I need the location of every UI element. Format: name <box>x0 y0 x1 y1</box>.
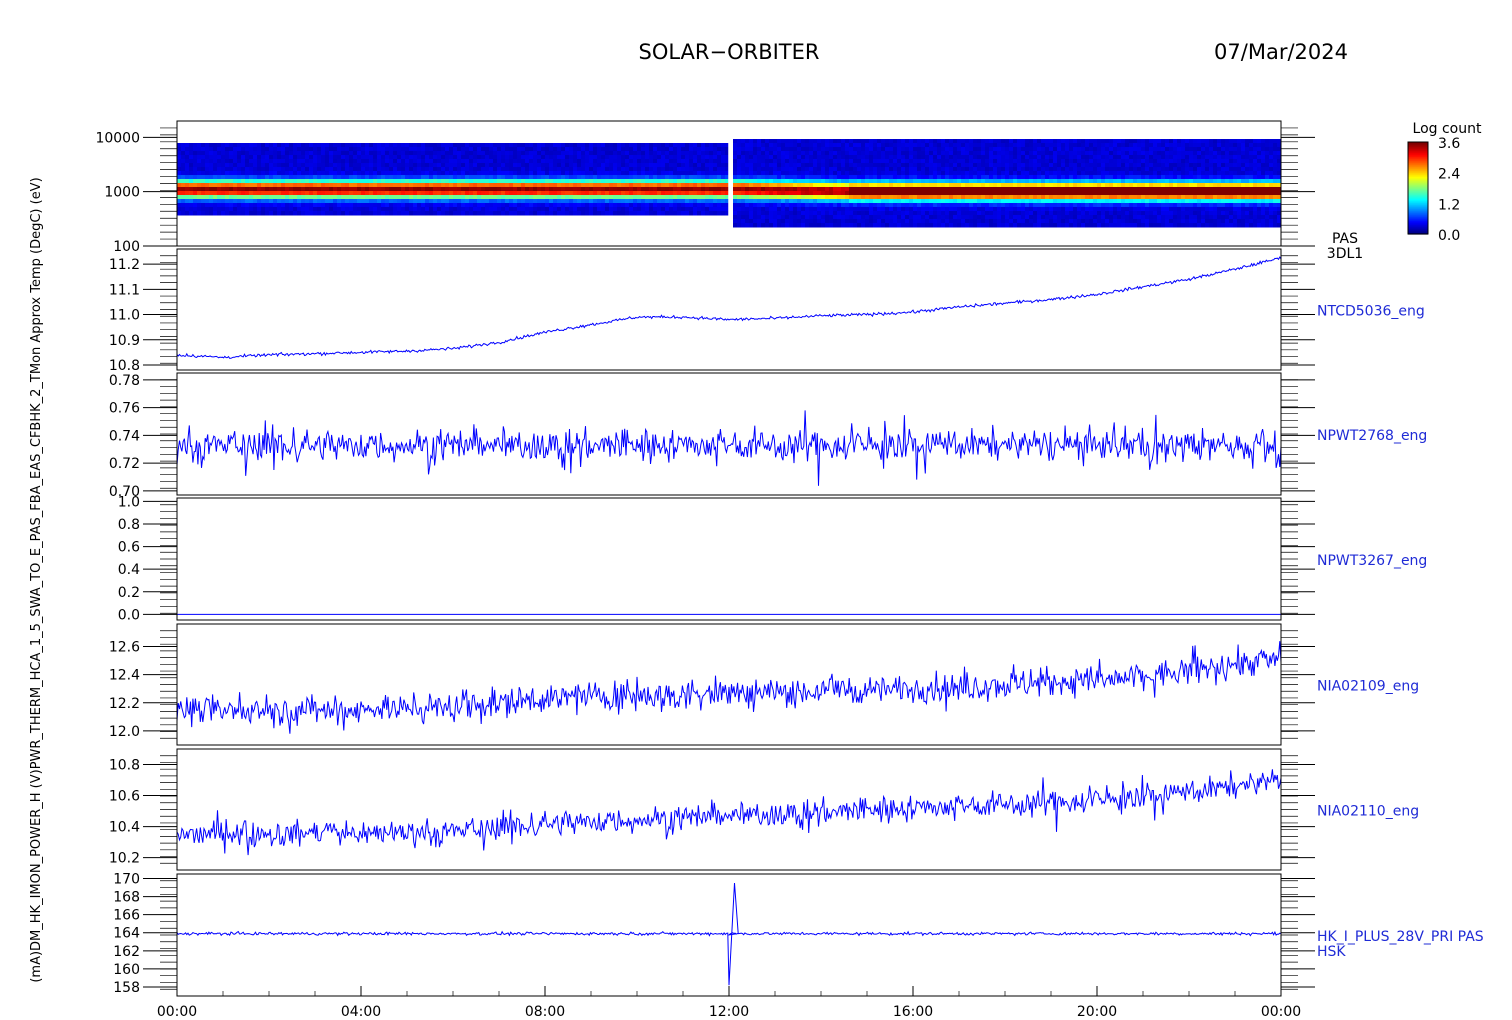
series-line-2-1 <box>177 256 1281 359</box>
panel-label: HSK <box>1317 944 1346 960</box>
y-tick-label: 160 <box>113 962 140 978</box>
panel-5: 12.6 12.4 12.2 12.0 NIA02109_eng <box>109 623 1419 746</box>
y-tick-label: 12.4 <box>109 668 140 684</box>
spectrogram-image <box>177 131 1281 244</box>
panel-label: NPWT2768_eng <box>1317 428 1427 444</box>
y-tick-label: 11.1 <box>109 282 140 298</box>
x-tick-label: 08:00 <box>525 1004 565 1020</box>
x-tick-label: 00:00 <box>157 1004 197 1020</box>
y-tick-label: 11.0 <box>109 308 140 324</box>
y-tick-label: 0.74 <box>109 428 140 444</box>
colorbar-label: Log count <box>1413 121 1482 137</box>
y-tick-label: 12.6 <box>109 640 140 656</box>
panel-label: NIA02110_eng <box>1317 804 1419 820</box>
panel-2: 11.2 11.1 11.0 10.9 10.8 NTCD5036_eng <box>109 248 1425 374</box>
x-tick-label: 04:00 <box>341 1004 381 1020</box>
panel-label: NPWT3267_eng <box>1317 553 1427 569</box>
y-tick-label: 10.9 <box>109 333 140 349</box>
panel-label: NIA02109_eng <box>1317 679 1419 695</box>
panel-7: 170 168 166 164 162 160 158 HK_I_PLUS_28V_PRI P… <box>113 872 1484 997</box>
y-tick-label: 10.8 <box>109 358 140 374</box>
y-tick-label: 170 <box>113 872 140 888</box>
y-tick-label: 158 <box>113 980 140 996</box>
y-tick-label: 12.0 <box>109 724 140 740</box>
y-tick-label: 0.78 <box>109 373 140 389</box>
y-axis-label-overlay: (mA)DM_HK_IMON_POWER_H (V)PWR_THERM_HCA_… <box>29 177 44 982</box>
series-line-5-1 <box>177 641 1281 734</box>
y-tick-label: 0.2 <box>118 585 140 601</box>
y-tick-label: 10.8 <box>109 758 140 774</box>
y-tick-label: 0.76 <box>109 401 140 417</box>
panel-4: 1.0 0.8 0.6 0.4 0.2 0.0 NPWT3267_eng <box>118 494 1428 623</box>
panel-3: 0.780.760.740.720.70NPWT2768_eng <box>109 372 1427 500</box>
y-tick-label: 164 <box>113 926 140 942</box>
y-tick-label: 166 <box>113 908 140 924</box>
y-tick-label: 0.6 <box>118 540 140 556</box>
panel-frame <box>176 623 1282 746</box>
panel-label: 3DL1 <box>1327 246 1363 262</box>
x-tick-label: 20:00 <box>1077 1004 1117 1020</box>
panel-label: PAS <box>1332 231 1358 247</box>
colorbar-tick-label: 2.4 <box>1438 167 1460 183</box>
y-tick-label: 0.8 <box>118 517 140 533</box>
y-tick-label: 1.0 <box>118 494 140 510</box>
panel-frame <box>176 748 1282 871</box>
y-tick-label: 162 <box>113 944 140 960</box>
panels-group: 10000 1000 100 PAS3DL1 11.2 11.1 11.0 10.9 10.8 N… <box>95 120 1484 997</box>
x-tick-label: 00:00 <box>1261 1004 1301 1020</box>
y-tick-label: 0.4 <box>118 562 140 578</box>
series-line-3-1 <box>177 410 1281 486</box>
panel-label: NTCD5036_eng <box>1317 304 1425 320</box>
colorbar: Log count3.6 2.4 1.2 0.0 <box>1407 121 1482 244</box>
multi-panel-time-series-plot: SOLAR−ORBITER 07/Mar/2024 10000 1000 100 PA… <box>29 40 1484 1020</box>
y-tick-label: 10.4 <box>109 820 140 836</box>
series-line-7-1 <box>177 882 1281 986</box>
y-tick-label: 12.2 <box>109 696 140 712</box>
panel-frame <box>176 497 1282 621</box>
chart-date: 07/Mar/2024 <box>1214 40 1348 64</box>
panel-frame <box>176 248 1282 371</box>
chart-title: SOLAR−ORBITER <box>638 40 819 64</box>
panel-frame <box>176 372 1282 496</box>
colorbar-tick-label: 0.0 <box>1438 228 1460 244</box>
x-axis: 00:00 04:00 08:00 12:00 16:00 20:00 00:00 <box>157 986 1301 1020</box>
y-tick-label: 11.2 <box>109 257 140 273</box>
panel-6: 10.8 10.6 10.4 10.2 NIA02110_eng <box>109 748 1419 871</box>
y-tick-label: 0.72 <box>109 456 140 472</box>
y-tick-label: 168 <box>113 890 140 906</box>
colorbar-tick-label: 1.2 <box>1438 197 1460 213</box>
x-tick-label: 16:00 <box>893 1004 933 1020</box>
y-tick-label: 100 <box>113 239 140 255</box>
y-tick-label: 10000 <box>95 130 140 146</box>
panel-label: HK_I_PLUS_28V_PRI PAS <box>1317 929 1484 945</box>
y-tick-label: 0.0 <box>118 607 140 623</box>
x-tick-label: 12:00 <box>709 1004 749 1020</box>
y-tick-label: 10.6 <box>109 789 140 805</box>
y-tick-label: 10.2 <box>109 851 140 867</box>
colorbar-tick-label: 3.6 <box>1438 136 1460 152</box>
series-line-6-1 <box>177 769 1281 856</box>
y-tick-label: 1000 <box>104 185 140 201</box>
panel-1: 10000 1000 100 PAS3DL1 <box>95 120 1363 262</box>
